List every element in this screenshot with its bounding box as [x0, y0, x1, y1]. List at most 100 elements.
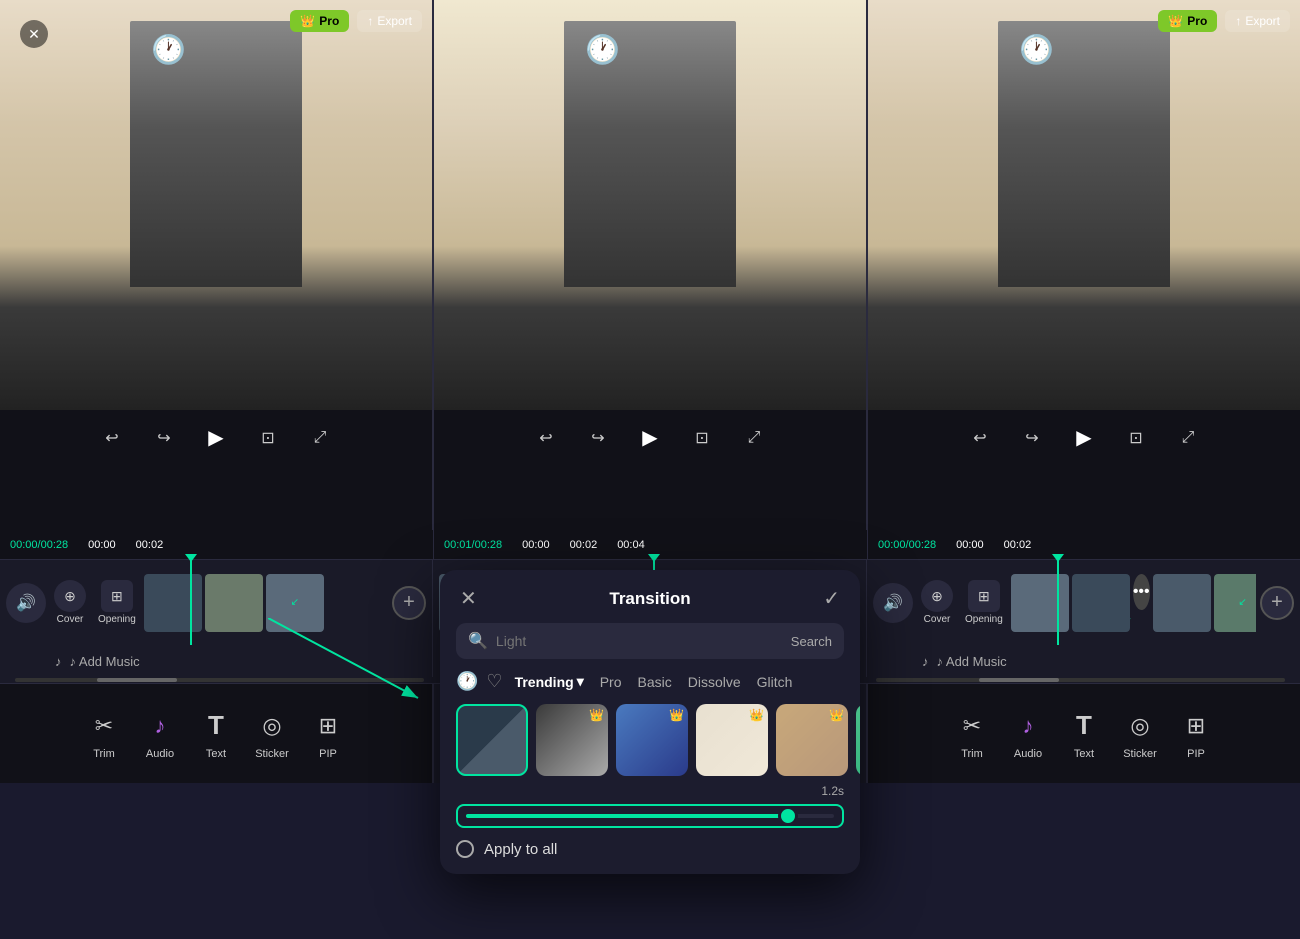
track-right: 🔊 ⊕ Cover ⊞ Opening ••• ↙ [867, 560, 1300, 645]
opening-icon-left: ⊞ [101, 580, 133, 612]
track-left: 🔊 ⊕ Cover ⊞ Opening ↙ + [0, 560, 433, 645]
add-clip-left[interactable]: + [392, 586, 426, 620]
audio-toggle-right[interactable]: 🔊 [873, 583, 913, 623]
filter-glitch-button[interactable]: Glitch [753, 672, 797, 692]
pip-btn-right[interactable]: ⊞ PIP [1168, 700, 1224, 768]
toolbar-right: ✂ Trim ♪ Audio T Text ◎ Sticker ⊞ PIP [867, 684, 1300, 783]
pip-icon-right: ⊞ [1178, 708, 1214, 744]
timeline-header-right: 00:00/00:28 00:00 00:02 [867, 530, 1300, 560]
scrollbar-right[interactable] [876, 678, 1285, 682]
add-music-right: ♪ ♪ Add Music [867, 645, 1300, 677]
close-button-left[interactable]: ✕ [20, 20, 48, 48]
transition-thumb-6[interactable] [856, 704, 860, 776]
scissors-icon-right: ✂ [954, 708, 990, 744]
filter-dissolve-button[interactable]: Dissolve [684, 672, 745, 692]
export-button-left[interactable]: ↑ Export [357, 10, 422, 32]
cover-btn-right[interactable]: ⊕ Cover [917, 576, 957, 629]
trim-btn-right[interactable]: ✂ Trim [944, 700, 1000, 768]
close-x-icon: ✕ [460, 588, 477, 610]
play-btn-right[interactable]: ▶ [1068, 422, 1100, 454]
sticker-btn-right[interactable]: ◎ Sticker [1112, 700, 1168, 768]
cover-btn-left[interactable]: ⊕ Cover [50, 576, 90, 629]
filter-pro-button[interactable]: Pro [596, 672, 626, 692]
undo-btn-left[interactable]: ↩ [96, 422, 128, 454]
opening-btn-left[interactable]: ⊞ Opening [94, 576, 140, 629]
fullscreen-btn-left[interactable]: ⤢ [304, 422, 336, 454]
transition-thumb-5[interactable]: 👑 [776, 704, 848, 776]
transition-modal: ✕ Transition ✓ 🔍 Search 🕐 ♡ Trending ▾ P… [440, 570, 860, 874]
slider-fill [466, 814, 790, 818]
video-topbar-left: ✕ 👑 Pro ↑ Export [10, 10, 422, 32]
audio-btn-left[interactable]: ♪ Audio [132, 700, 188, 768]
add-clip-right[interactable]: + [1260, 586, 1294, 620]
scrollbar-thumb-left[interactable] [97, 678, 177, 682]
crop-btn-right[interactable]: ⊡ [1120, 422, 1152, 454]
fullscreen-btn-right[interactable]: ⤢ [1172, 422, 1204, 454]
undo-btn-right[interactable]: ↩ [964, 422, 996, 454]
undo-btn-center[interactable]: ↩ [530, 422, 562, 454]
scrollbar-left[interactable] [15, 678, 424, 682]
pip-icon-left: ⊞ [310, 708, 346, 744]
thumb-right-trans[interactable]: ↙ [1214, 574, 1256, 632]
audio-icon-right: ♪ [1010, 708, 1046, 744]
modal-close-button[interactable]: ✕ [460, 586, 477, 611]
track-thumbnails-left: ↙ [144, 574, 388, 632]
crown-icon-left: 👑 [300, 14, 315, 28]
filter-recent-button[interactable]: 🕐 [456, 671, 478, 692]
thumb-left-trans[interactable]: ↙ [266, 574, 324, 632]
audio-btn-right[interactable]: ♪ Audio [1000, 700, 1056, 768]
transition-thumb-3[interactable]: 👑 [616, 704, 688, 776]
transition-thumb-4[interactable]: 👑 [696, 704, 768, 776]
play-btn-left[interactable]: ▶ [200, 422, 232, 454]
scrollbar-thumb-right[interactable] [979, 678, 1059, 682]
transition-thumb-2[interactable]: 👑 [536, 704, 608, 776]
search-input[interactable] [496, 633, 783, 649]
trim-btn-left[interactable]: ✂ Trim [76, 700, 132, 768]
text-btn-left[interactable]: T Text [188, 700, 244, 768]
slider-thumb[interactable] [778, 806, 798, 826]
play-btn-center[interactable]: ▶ [634, 422, 666, 454]
modal-confirm-button[interactable]: ✓ [823, 586, 840, 611]
search-row: 🔍 Search [440, 623, 860, 671]
marker-center-2: 00:02 [570, 539, 598, 551]
apply-all-radio[interactable] [456, 840, 474, 858]
fullscreen-btn-center[interactable]: ⤢ [738, 422, 770, 454]
search-box: 🔍 Search [456, 623, 844, 659]
video-frame-right [868, 0, 1300, 410]
crown-badge-5: 👑 [829, 708, 844, 722]
redo-btn-center[interactable]: ↪ [582, 422, 614, 454]
pro-badge-left: 👑 Pro [290, 10, 349, 32]
cursor-arrow-center [648, 554, 660, 562]
cursor-left [190, 560, 192, 645]
text-icon-right: T [1066, 708, 1102, 744]
audio-toggle-left[interactable]: 🔊 [6, 583, 46, 623]
transition-thumb-1[interactable] [456, 704, 528, 776]
export-button-right[interactable]: ↑ Export [1225, 10, 1290, 32]
text-btn-right[interactable]: T Text [1056, 700, 1112, 768]
marker-center-3: 00:04 [617, 539, 645, 551]
opening-btn-right[interactable]: ⊞ Opening [961, 576, 1007, 629]
sticker-btn-left[interactable]: ◎ Sticker [244, 700, 300, 768]
more-options-right[interactable]: ••• [1133, 574, 1150, 610]
opening-icon-right: ⊞ [968, 580, 1000, 612]
video-controls-left: ↩ ↪ ▶ ⊡ ⤢ [0, 410, 432, 465]
filter-basic-button[interactable]: Basic [634, 672, 676, 692]
filter-favorites-button[interactable]: ♡ [486, 671, 502, 692]
filter-trending-button[interactable]: Trending ▾ [511, 671, 588, 692]
current-time-right: 00:00/00:28 [878, 539, 936, 551]
slider-row [440, 804, 860, 840]
redo-btn-left[interactable]: ↪ [148, 422, 180, 454]
sticker-icon-right: ◎ [1122, 708, 1158, 744]
pip-btn-left[interactable]: ⊞ PIP [300, 700, 356, 768]
slider-track[interactable] [466, 814, 834, 818]
crop-btn-center[interactable]: ⊡ [686, 422, 718, 454]
video-panel-right: 👑 Pro ↑ Export ↩ ↪ ▶ ⊡ ⤢ [867, 0, 1300, 530]
redo-btn-right[interactable]: ↪ [1016, 422, 1048, 454]
apply-all-label[interactable]: Apply to all [484, 841, 557, 858]
marker-left-1: 00:00 [88, 539, 116, 551]
crop-btn-left[interactable]: ⊡ [252, 422, 284, 454]
cover-icon-left: ⊕ [54, 580, 86, 612]
search-button[interactable]: Search [791, 634, 832, 649]
video-panels-area: ✕ 👑 Pro ↑ Export ↩ ↪ ▶ ⊡ ⤢ [0, 0, 1300, 530]
video-controls-center: ↩ ↪ ▶ ⊡ ⤢ [434, 410, 866, 465]
